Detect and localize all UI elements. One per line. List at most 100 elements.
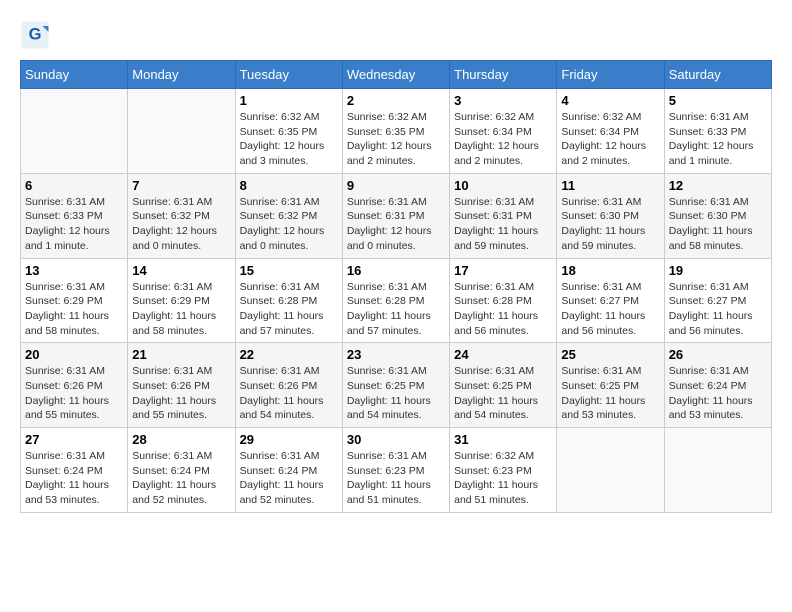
day-number: 26 (669, 347, 767, 362)
day-number: 6 (25, 178, 123, 193)
day-info: Sunrise: 6:32 AM Sunset: 6:35 PM Dayligh… (347, 110, 445, 169)
calendar-cell: 23 Sunrise: 6:31 AM Sunset: 6:25 PM Dayli… (342, 343, 449, 428)
calendar-cell (664, 428, 771, 513)
calendar-cell: 26 Sunrise: 6:31 AM Sunset: 6:24 PM Dayli… (664, 343, 771, 428)
calendar-table: SundayMondayTuesdayWednesdayThursdayFrid… (20, 60, 772, 513)
day-info: Sunrise: 6:31 AM Sunset: 6:24 PM Dayligh… (240, 449, 338, 508)
day-number: 16 (347, 263, 445, 278)
calendar-cell: 15Sunrise: 6:31 AM Sunset: 6:28 PM Dayli… (235, 258, 342, 343)
day-number: 17 (454, 263, 552, 278)
day-number: 5 (669, 93, 767, 108)
day-number: 14 (132, 263, 230, 278)
calendar-cell: 2 Sunrise: 6:32 AM Sunset: 6:35 PM Daylig… (342, 89, 449, 174)
day-info: Sunrise: 6:31 AM Sunset: 6:31 PM Dayligh… (347, 195, 445, 254)
calendar-cell: 30Sunrise: 6:31 AM Sunset: 6:23 PM Dayli… (342, 428, 449, 513)
svg-text:G: G (29, 26, 42, 44)
calendar-cell: 17 Sunrise: 6:31 AM Sunset: 6:28 PM Dayli… (450, 258, 557, 343)
day-info: Sunrise: 6:31 AM Sunset: 6:25 PM Dayligh… (454, 364, 552, 423)
calendar-cell: 16Sunrise: 6:31 AM Sunset: 6:28 PM Dayli… (342, 258, 449, 343)
day-number: 27 (25, 432, 123, 447)
calendar-cell: 27Sunrise: 6:31 AM Sunset: 6:24 PM Dayli… (21, 428, 128, 513)
day-number: 21 (132, 347, 230, 362)
calendar-cell: 13Sunrise: 6:31 AM Sunset: 6:29 PM Dayli… (21, 258, 128, 343)
weekday-header-friday: Friday (557, 61, 664, 89)
calendar-cell: 19 Sunrise: 6:31 AM Sunset: 6:27 PM Dayli… (664, 258, 771, 343)
calendar-cell: 11 Sunrise: 6:31 AM Sunset: 6:30 PM Dayli… (557, 173, 664, 258)
day-number: 4 (561, 93, 659, 108)
day-info: Sunrise: 6:31 AM Sunset: 6:27 PM Dayligh… (669, 280, 767, 339)
day-info: Sunrise: 6:32 AM Sunset: 6:35 PM Dayligh… (240, 110, 338, 169)
day-number: 31 (454, 432, 552, 447)
header: G (20, 20, 772, 50)
day-number: 3 (454, 93, 552, 108)
day-info: Sunrise: 6:31 AM Sunset: 6:30 PM Dayligh… (669, 195, 767, 254)
day-info: Sunrise: 6:31 AM Sunset: 6:26 PM Dayligh… (240, 364, 338, 423)
calendar-cell: 10Sunrise: 6:31 AM Sunset: 6:31 PM Dayli… (450, 173, 557, 258)
calendar-cell: 31Sunrise: 6:32 AM Sunset: 6:23 PM Dayli… (450, 428, 557, 513)
day-info: Sunrise: 6:31 AM Sunset: 6:29 PM Dayligh… (25, 280, 123, 339)
day-number: 24 (454, 347, 552, 362)
calendar-week-1: 1 Sunrise: 6:32 AM Sunset: 6:35 PM Daylig… (21, 89, 772, 174)
weekday-header-saturday: Saturday (664, 61, 771, 89)
calendar-cell: 4 Sunrise: 6:32 AM Sunset: 6:34 PM Daylig… (557, 89, 664, 174)
day-number: 23 (347, 347, 445, 362)
calendar-cell (128, 89, 235, 174)
day-number: 11 (561, 178, 659, 193)
day-info: Sunrise: 6:31 AM Sunset: 6:31 PM Dayligh… (454, 195, 552, 254)
day-info: Sunrise: 6:31 AM Sunset: 6:33 PM Dayligh… (25, 195, 123, 254)
calendar-week-2: 6 Sunrise: 6:31 AM Sunset: 6:33 PM Daylig… (21, 173, 772, 258)
day-info: Sunrise: 6:31 AM Sunset: 6:25 PM Dayligh… (561, 364, 659, 423)
day-number: 12 (669, 178, 767, 193)
day-number: 29 (240, 432, 338, 447)
calendar-cell: 20 Sunrise: 6:31 AM Sunset: 6:26 PM Dayli… (21, 343, 128, 428)
calendar-cell: 28 Sunrise: 6:31 AM Sunset: 6:24 PM Dayli… (128, 428, 235, 513)
day-number: 18 (561, 263, 659, 278)
day-info: Sunrise: 6:31 AM Sunset: 6:23 PM Dayligh… (347, 449, 445, 508)
calendar-cell: 5 Sunrise: 6:31 AM Sunset: 6:33 PM Daylig… (664, 89, 771, 174)
weekday-header-sunday: Sunday (21, 61, 128, 89)
weekday-header-thursday: Thursday (450, 61, 557, 89)
day-info: Sunrise: 6:31 AM Sunset: 6:24 PM Dayligh… (132, 449, 230, 508)
calendar-week-3: 13Sunrise: 6:31 AM Sunset: 6:29 PM Dayli… (21, 258, 772, 343)
logo: G (20, 20, 54, 50)
day-number: 22 (240, 347, 338, 362)
day-info: Sunrise: 6:31 AM Sunset: 6:25 PM Dayligh… (347, 364, 445, 423)
weekday-header-wednesday: Wednesday (342, 61, 449, 89)
day-info: Sunrise: 6:31 AM Sunset: 6:27 PM Dayligh… (561, 280, 659, 339)
day-info: Sunrise: 6:31 AM Sunset: 6:28 PM Dayligh… (240, 280, 338, 339)
calendar-cell: 1 Sunrise: 6:32 AM Sunset: 6:35 PM Daylig… (235, 89, 342, 174)
day-info: Sunrise: 6:31 AM Sunset: 6:32 PM Dayligh… (240, 195, 338, 254)
day-info: Sunrise: 6:31 AM Sunset: 6:33 PM Dayligh… (669, 110, 767, 169)
weekday-header-monday: Monday (128, 61, 235, 89)
calendar-header: SundayMondayTuesdayWednesdayThursdayFrid… (21, 61, 772, 89)
weekday-row: SundayMondayTuesdayWednesdayThursdayFrid… (21, 61, 772, 89)
day-info: Sunrise: 6:31 AM Sunset: 6:32 PM Dayligh… (132, 195, 230, 254)
day-info: Sunrise: 6:32 AM Sunset: 6:34 PM Dayligh… (561, 110, 659, 169)
calendar-week-4: 20 Sunrise: 6:31 AM Sunset: 6:26 PM Dayli… (21, 343, 772, 428)
day-number: 1 (240, 93, 338, 108)
day-info: Sunrise: 6:31 AM Sunset: 6:26 PM Dayligh… (25, 364, 123, 423)
calendar-cell: 6 Sunrise: 6:31 AM Sunset: 6:33 PM Daylig… (21, 173, 128, 258)
day-number: 8 (240, 178, 338, 193)
calendar-cell: 21 Sunrise: 6:31 AM Sunset: 6:26 PM Dayli… (128, 343, 235, 428)
logo-icon: G (20, 20, 50, 50)
day-number: 28 (132, 432, 230, 447)
calendar-cell: 12 Sunrise: 6:31 AM Sunset: 6:30 PM Dayli… (664, 173, 771, 258)
calendar-cell: 3Sunrise: 6:32 AM Sunset: 6:34 PM Daylig… (450, 89, 557, 174)
day-number: 7 (132, 178, 230, 193)
weekday-header-tuesday: Tuesday (235, 61, 342, 89)
day-number: 19 (669, 263, 767, 278)
day-number: 9 (347, 178, 445, 193)
calendar-cell: 29 Sunrise: 6:31 AM Sunset: 6:24 PM Dayli… (235, 428, 342, 513)
day-number: 20 (25, 347, 123, 362)
calendar-cell: 7 Sunrise: 6:31 AM Sunset: 6:32 PM Daylig… (128, 173, 235, 258)
calendar-week-5: 27 Sunrise: 6:31 AM Sunset: 6:24 PM Dayli… (21, 428, 772, 513)
day-number: 2 (347, 93, 445, 108)
calendar-cell (21, 89, 128, 174)
day-number: 25 (561, 347, 659, 362)
day-info: Sunrise: 6:31 AM Sunset: 6:26 PM Dayligh… (132, 364, 230, 423)
day-info: Sunrise: 6:31 AM Sunset: 6:24 PM Dayligh… (669, 364, 767, 423)
day-info: Sunrise: 6:31 AM Sunset: 6:28 PM Dayligh… (454, 280, 552, 339)
day-info: Sunrise: 6:31 AM Sunset: 6:30 PM Dayligh… (561, 195, 659, 254)
calendar-body: 1 Sunrise: 6:32 AM Sunset: 6:35 PM Daylig… (21, 89, 772, 513)
